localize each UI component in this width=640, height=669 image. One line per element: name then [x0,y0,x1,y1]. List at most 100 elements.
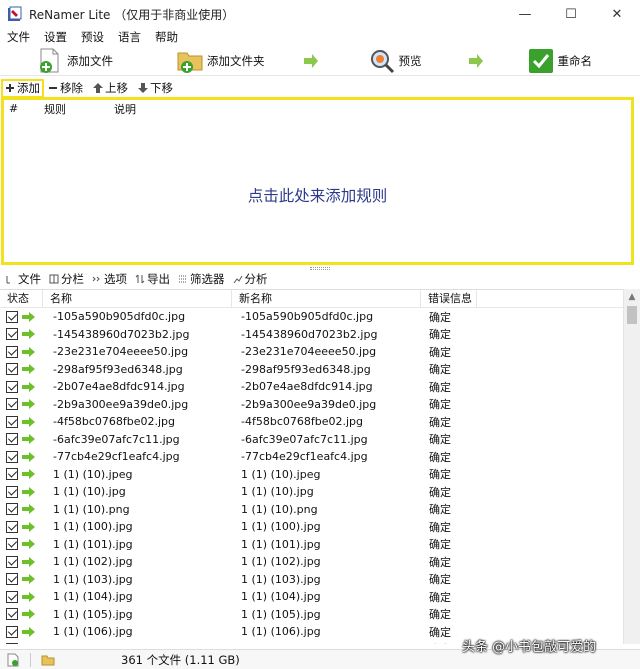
row-checkbox[interactable] [6,538,18,551]
file-row[interactable]: -6afc39e07afc7c11.jpg -6afc39e07afc7c11.j… [0,431,623,449]
export-menu-button[interactable]: 导出 [131,271,174,287]
green-arrow-icon [22,539,35,550]
options-icon [92,276,100,282]
name-cell: 1 (1) (102).jpg [53,555,133,569]
file-row[interactable]: 1 (1) (100).jpg 1 (1) (100).jpg 确定 [0,518,623,536]
columns-menu-button[interactable]: 分栏 [45,271,88,287]
file-row[interactable]: 1 (1) (10).png 1 (1) (10).png 确定 [0,501,623,519]
status-separator [30,652,31,667]
new-name-cell: 1 (1) (105).jpg [241,607,321,621]
rules-col-rule[interactable]: 规则 [39,101,109,117]
file-row[interactable]: -23e231e704eeee50.jpg -23e231e704eeee50.j… [0,343,623,361]
col-name[interactable]: 名称 [43,290,232,308]
error-cell: 确定 [429,485,451,499]
filter-menu-button[interactable]: 筛选器 [174,271,229,287]
rename-button[interactable]: 重命名 [528,46,593,76]
row-checkbox[interactable] [6,590,18,603]
scrollbar-thumb[interactable] [627,306,637,324]
green-arrow-icon [22,399,35,410]
row-checkbox[interactable] [6,415,18,428]
rules-panel[interactable]: # 规则 说明 点击此处来添加规则 [1,97,634,265]
preview-button[interactable]: 预览 [369,46,422,76]
plus-icon [6,84,14,92]
add-files-button[interactable]: 添加文件 [37,46,113,76]
rename-label: 重命名 [557,53,593,68]
remove-rule-button[interactable]: 移除 [45,80,86,97]
menu-file[interactable]: 文件 [0,29,37,45]
add-folder-button[interactable]: 添加文件夹 [177,46,265,76]
file-row[interactable]: 1 (1) (101).jpg 1 (1) (101).jpg 确定 [0,536,623,554]
row-checkbox[interactable] [6,485,18,498]
analyze-menu-button[interactable]: 分析 [229,271,272,287]
col-error[interactable]: 错误信息 [421,290,477,308]
row-checkbox[interactable] [6,328,18,341]
row-checkbox[interactable] [6,555,18,568]
preview-label: 预览 [398,53,422,68]
file-row[interactable]: -2b07e4ae8dfdc914.jpg -2b07e4ae8dfdc914.j… [0,378,623,396]
watermark-text: 头条 @小书包敲可爱的 [462,640,597,655]
name-cell: 1 (1) (100).jpg [53,520,133,534]
rules-col-number[interactable]: # [4,102,39,115]
menu-presets[interactable]: 预设 [74,29,111,45]
add-folder-icon [177,52,203,73]
menu-language[interactable]: 语言 [111,29,148,45]
menu-settings[interactable]: 设置 [37,29,74,45]
file-row[interactable]: -2b9a300ee9a39de0.jpg -2b9a300ee9a39de0.j… [0,396,623,414]
error-cell: 确定 [429,380,451,394]
row-checkbox[interactable] [6,398,18,411]
row-checkbox[interactable] [6,520,18,533]
new-name-cell: -145438960d7023b2.jpg [241,327,378,341]
row-checkbox[interactable] [6,468,18,481]
new-name-cell: 1 (1) (100).jpg [241,520,321,534]
file-row[interactable]: -105a590b905dfd0c.jpg -105a590b905dfd0c.j… [0,308,623,326]
file-row[interactable]: -4f58bc0768fbe02.jpg -4f58bc0768fbe02.jpg… [0,413,623,431]
add-files-label: 添加文件 [67,53,113,68]
file-row[interactable]: 1 (1) (10).jpg 1 (1) (10).jpg 确定 [0,483,623,501]
close-button[interactable]: ✕ [594,0,640,28]
add-rule-hint[interactable]: 点击此处来添加规则 [4,184,631,206]
name-cell: 1 (1) (10).png [53,502,130,516]
row-checkbox[interactable] [6,608,18,621]
add-rule-button[interactable]: 添加 [1,78,44,98]
green-arrow-icon [22,381,35,392]
files-toolbar: 文件 分栏 选项 导出 筛选器 分析 [0,270,640,288]
error-cell: 确定 [429,398,451,412]
file-row[interactable]: 1 (1) (103).jpg 1 (1) (103).jpg 确定 [0,571,623,589]
col-state[interactable]: 状态 [0,290,43,308]
rules-col-description[interactable]: 说明 [109,101,309,117]
row-checkbox[interactable] [6,380,18,393]
file-row[interactable]: -145438960d7023b2.jpg -145438960d7023b2.j… [0,326,623,344]
file-row[interactable]: 1 (1) (10).jpeg 1 (1) (10).jpeg 确定 [0,466,623,484]
state-cell [0,608,47,621]
minimize-button[interactable]: — [502,0,548,28]
vertical-scrollbar[interactable]: ▲ [623,289,640,644]
files-menu-button[interactable]: 文件 [2,271,45,287]
state-cell [0,555,47,568]
green-arrow-icon [22,556,35,567]
move-down-button[interactable]: 下移 [135,80,176,97]
row-checkbox[interactable] [6,345,18,358]
maximize-button[interactable]: ☐ [548,0,594,28]
green-arrow-icon [22,521,35,532]
col-new-name[interactable]: 新名称 [232,290,421,308]
file-row[interactable]: 1 (1) (104).jpg 1 (1) (104).jpg 确定 [0,588,623,606]
row-checkbox[interactable] [6,503,18,516]
row-checkbox[interactable] [6,625,18,638]
scroll-up-arrow-icon[interactable]: ▲ [624,289,640,305]
file-row[interactable]: -298af95f93ed6348.jpg -298af95f93ed6348.j… [0,361,623,379]
row-checkbox[interactable] [6,450,18,463]
row-checkbox[interactable] [6,573,18,586]
file-row[interactable]: 1 (1) (105).jpg 1 (1) (105).jpg 确定 [0,606,623,624]
green-arrow-icon [22,626,35,637]
menu-help[interactable]: 帮助 [148,29,185,45]
move-up-button[interactable]: 上移 [90,80,131,97]
file-row[interactable]: 1 (1) (102).jpg 1 (1) (102).jpg 确定 [0,553,623,571]
row-checkbox[interactable] [6,643,18,644]
file-count-status: 361 个文件 (1.11 GB) [121,652,240,667]
row-checkbox[interactable] [6,310,18,323]
row-checkbox[interactable] [6,433,18,446]
options-menu-button[interactable]: 选项 [88,271,131,287]
row-checkbox[interactable] [6,363,18,376]
file-row[interactable]: -77cb4e29cf1eafc4.jpg -77cb4e29cf1eafc4.j… [0,448,623,466]
state-cell [0,590,47,603]
